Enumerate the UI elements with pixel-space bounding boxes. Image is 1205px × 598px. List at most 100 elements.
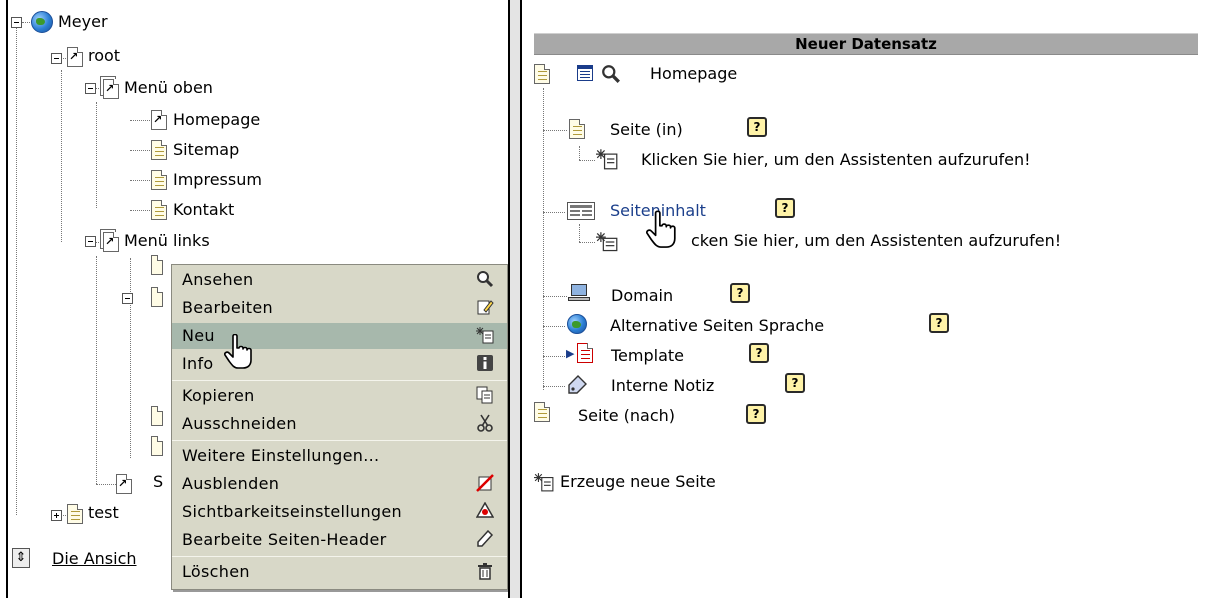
menu-item-neu[interactable]: Neu [172, 323, 507, 349]
globe-icon[interactable] [567, 314, 587, 334]
refresh-icon[interactable]: ⇕ [12, 548, 30, 568]
hand-cursor-icon [646, 210, 676, 248]
collapse-toggle-icon[interactable] [122, 293, 133, 304]
tree-node-partial[interactable]: S [153, 472, 163, 492]
collapse-toggle-icon[interactable] [85, 236, 96, 247]
help-icon[interactable]: ? [929, 313, 949, 333]
hide-icon [475, 474, 495, 494]
page-icon [534, 64, 550, 84]
menu-item-label: Weitere Einstellungen... [182, 446, 380, 465]
hand-cursor-icon [224, 334, 252, 369]
menu-item-kopieren[interactable]: Kopieren [172, 383, 507, 409]
tree-node-sitemap[interactable]: Sitemap [173, 140, 239, 160]
help-icon[interactable]: ? [749, 343, 769, 363]
trash-icon [475, 562, 495, 582]
page-icon[interactable] [151, 287, 163, 307]
domain-computer-icon[interactable] [568, 284, 590, 302]
expand-toggle-icon[interactable] [51, 510, 62, 521]
help-icon[interactable]: ? [746, 404, 766, 424]
menu-item-label: Ausschneiden [182, 414, 297, 433]
seite-nach-link[interactable]: Seite (nach) [578, 406, 675, 426]
help-icon[interactable]: ? [730, 283, 750, 303]
create-new-page-link[interactable]: Erzeuge neue Seite [560, 472, 716, 492]
page-shortcut-icon[interactable] [151, 110, 167, 130]
seite-in-link[interactable]: Seite (in) [610, 120, 683, 140]
tree-node-kontakt[interactable]: Kontakt [173, 200, 234, 220]
page-header-icon [475, 529, 495, 550]
page-icon[interactable] [67, 504, 83, 524]
content-element-icon[interactable] [567, 202, 595, 220]
page-icon[interactable] [569, 119, 585, 139]
menu-item-ausschneiden[interactable]: Ausschneiden [172, 411, 507, 437]
new-record-icon[interactable] [596, 148, 618, 170]
menu-item-ansehen[interactable]: Ansehen [172, 267, 507, 293]
internal-note-link[interactable]: Interne Notiz [611, 376, 714, 396]
menu-item-label: Ausblenden [182, 474, 280, 493]
menu-item-label: Bearbeite Seiten-Header [182, 530, 387, 549]
page-icon[interactable] [151, 170, 167, 190]
collapse-toggle-icon[interactable] [51, 53, 62, 64]
menu-item-bearbeite-seiten-header[interactable]: Bearbeite Seiten-Header [172, 527, 507, 553]
globe-icon [31, 11, 53, 33]
new-record-panel: Neuer Datensatz Homepage Seite (in) ? Kl… [522, 0, 1205, 598]
menu-item-info[interactable]: Info [172, 351, 507, 377]
panel-header: Neuer Datensatz [534, 33, 1198, 55]
template-link[interactable]: Template [611, 346, 684, 366]
help-icon[interactable]: ? [775, 198, 795, 218]
page-shortcut-icon[interactable] [116, 474, 132, 494]
menu-item-label: Ansehen [182, 270, 254, 289]
page-icon[interactable] [151, 255, 163, 275]
record-list-icon[interactable] [577, 65, 593, 81]
menu-item-loeschen[interactable]: Löschen [172, 559, 507, 585]
page-shortcut-icon[interactable] [103, 232, 119, 252]
menu-item-label: Neu [182, 326, 215, 345]
page-icon[interactable] [534, 402, 550, 422]
page-icon[interactable] [151, 436, 163, 456]
tree-node-test[interactable]: test [88, 503, 119, 523]
tree-node-menu-oben[interactable]: Menü oben [124, 78, 213, 98]
menu-item-bearbeiten[interactable]: Bearbeiten [172, 295, 507, 321]
page-icon[interactable] [151, 406, 163, 426]
edit-page-icon [475, 298, 495, 318]
page-shortcut-icon[interactable] [67, 47, 83, 67]
page-tree-frame: Meyer root Menü oben Homepage Sitemap Im… [6, 0, 508, 598]
menu-item-label: Info [182, 354, 214, 373]
copy-icon [475, 386, 495, 406]
page-icon[interactable] [151, 200, 167, 220]
template-icon[interactable] [577, 343, 593, 363]
page-shortcut-icon[interactable] [103, 79, 119, 99]
scissors-icon [475, 414, 495, 434]
tree-node-site[interactable]: Meyer [58, 12, 108, 32]
menu-item-label: Löschen [182, 562, 250, 581]
menu-item-sichtbarkeitseinstellungen[interactable]: Sichtbarkeitseinstellungen [172, 499, 507, 525]
tree-node-homepage[interactable]: Homepage [173, 110, 260, 130]
collapse-toggle-icon[interactable] [85, 83, 96, 94]
tree-node-menu-links[interactable]: Menü links [124, 231, 210, 251]
help-icon[interactable]: ? [747, 117, 767, 137]
collapse-toggle-icon[interactable] [11, 17, 22, 28]
refresh-view-link[interactable]: Die Ansich [52, 549, 137, 569]
arrow-icon: ▶ [566, 347, 575, 360]
context-menu: Ansehen Bearbeiten Neu Info Kopieren Aus… [171, 264, 508, 590]
visibility-icon [475, 501, 495, 522]
help-icon[interactable]: ? [785, 373, 805, 393]
new-content-element-icon[interactable] [596, 231, 618, 253]
wizard-link-2[interactable]: cken Sie hier, um den Assistenten aufzur… [691, 231, 1061, 251]
page-title: Homepage [650, 64, 738, 83]
alt-language-link[interactable]: Alternative Seiten Sprache [610, 316, 824, 336]
tree-node-impressum[interactable]: Impressum [173, 170, 262, 190]
tree-node-root[interactable]: root [88, 46, 120, 66]
magnifier-icon [475, 270, 495, 290]
info-icon [475, 354, 495, 374]
magnifier-icon[interactable] [601, 64, 621, 84]
wizard-link[interactable]: Klicken Sie hier, um den Assistenten auf… [641, 150, 1031, 170]
domain-link[interactable]: Domain [611, 286, 673, 306]
menu-item-ausblenden[interactable]: Ausblenden [172, 471, 507, 497]
note-tag-icon[interactable] [566, 374, 588, 396]
new-page-icon[interactable] [534, 472, 554, 492]
frame-splitter[interactable] [508, 0, 522, 598]
menu-item-label: Bearbeiten [182, 298, 273, 317]
menu-item-label: Kopieren [182, 386, 255, 405]
page-icon[interactable] [151, 140, 167, 160]
menu-item-weitere-einstellungen[interactable]: Weitere Einstellungen... [172, 443, 507, 469]
